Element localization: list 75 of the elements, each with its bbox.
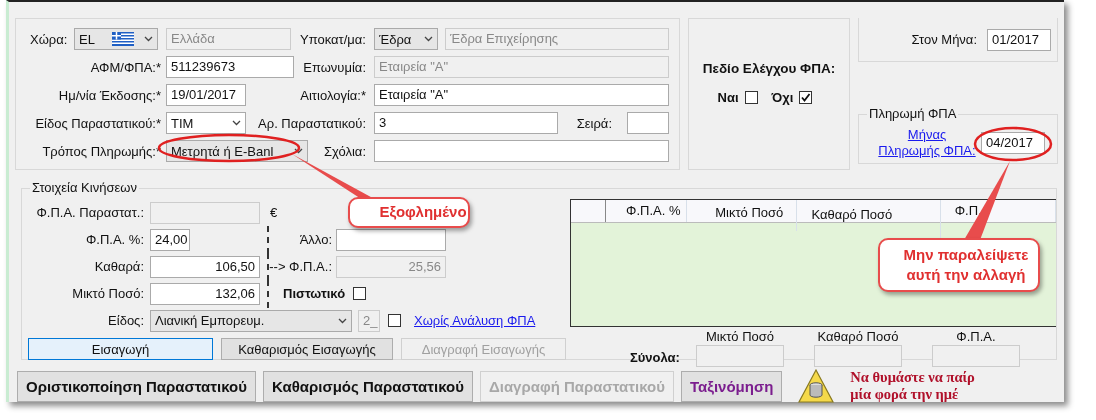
field-label: Είδος: xyxy=(107,313,145,328)
column-label: Καθαρό Ποσό xyxy=(817,329,899,344)
totals-label: Σύνολα: xyxy=(630,350,681,365)
column-label: Μικτό Ποσό xyxy=(705,329,775,344)
callout: Μην παραλείψετε αυτή την αλλαγή xyxy=(878,238,1040,292)
column-label: Φ.Π.Α. xyxy=(956,329,996,344)
field-label: Αρ. Παραστατικού: xyxy=(257,115,367,131)
total-field[interactable] xyxy=(932,345,1020,367)
vat-payment-month-link[interactable]: Μήνας Πληρωμής ΦΠΑ: xyxy=(877,127,977,159)
field-label: Μικτό Ποσό: xyxy=(71,286,145,301)
checkbox[interactable] xyxy=(799,91,813,104)
reminder-text: μία φορά την ημέ xyxy=(850,386,960,403)
field-label: Είδος Παραστατικού:* xyxy=(34,115,162,131)
checkbox[interactable] xyxy=(744,91,758,104)
caret-icon xyxy=(144,36,153,42)
field-label: Καθαρά: xyxy=(93,259,145,274)
field-label: ΑΦΜ/ΦΠΑ:* xyxy=(89,59,162,75)
field-label: Τρόπος Πληρωμής:* xyxy=(41,143,162,159)
caret-icon xyxy=(424,36,433,42)
column-header[interactable]: Μικτό Ποσό xyxy=(687,200,798,231)
field-label: Ημ/νία Έκδοσης:* xyxy=(57,87,162,103)
field-label: Υποκατ/μα: xyxy=(299,31,367,47)
field-label: Χώρα: xyxy=(29,31,69,47)
reminder-text: Να θυμάστε να παίρ xyxy=(850,369,975,386)
field-label: --> Φ.Π.Α.: xyxy=(269,259,333,274)
text-field[interactable]: 511239673 xyxy=(166,56,294,78)
callout: Εξοφλημένο xyxy=(348,197,470,228)
field-label: Πεδίο Ελέγχου ΦΠΑ: xyxy=(702,61,836,76)
amount-field[interactable]: 106,50 xyxy=(150,255,260,278)
text-field[interactable]: 24,00 xyxy=(150,228,190,251)
field-label: Σειρά: xyxy=(575,115,613,131)
month-field[interactable]: 01/2017 xyxy=(987,28,1051,51)
form-button[interactable]: Εισαγωγή xyxy=(28,338,213,360)
field-label: Αιτιολογία:* xyxy=(299,87,367,103)
text-field[interactable] xyxy=(627,112,669,134)
field-label: Επωνυμία: xyxy=(302,59,367,75)
field-label: Σχόλια: xyxy=(323,143,367,159)
warning-database-icon xyxy=(797,368,836,404)
text-field[interactable]: Εταιρεία "Α" xyxy=(374,84,669,106)
total-field[interactable] xyxy=(696,345,784,367)
action-button[interactable]: Καθαρισμός Παραστατικού xyxy=(262,370,473,402)
checkbox[interactable] xyxy=(388,314,401,327)
checkbox-label: Πιστωτικό xyxy=(283,286,346,301)
checkbox-label: Όχι xyxy=(771,90,794,105)
month-field[interactable]: 04/2017 xyxy=(981,132,1045,154)
form-button[interactable]: Καθαρισμός Εισαγωγής xyxy=(221,338,393,360)
caret-icon xyxy=(338,317,347,324)
checkbox-label: Ναι xyxy=(717,90,739,105)
total-field[interactable] xyxy=(814,345,902,367)
branch-dropdown[interactable]: Έδρα xyxy=(374,28,438,50)
text-field[interactable]: 3 xyxy=(374,112,558,134)
action-button[interactable]: Ταξινόμηση xyxy=(680,370,783,402)
group-title: Στοιχεία Κινήσεων xyxy=(30,180,139,195)
field-label: Φ.Π.Α. %: xyxy=(84,232,145,247)
flag-icon xyxy=(112,32,134,46)
caret-icon xyxy=(294,148,303,154)
caret-icon xyxy=(232,120,241,126)
country-dropdown[interactable]: EL xyxy=(74,28,158,50)
no-vat-analysis-link[interactable]: Χωρίς Ανάλυση ΦΠΑ xyxy=(414,313,536,328)
action-button[interactable]: Οριστικοποίηση Παραστατικού xyxy=(17,370,256,402)
check-icon xyxy=(800,92,812,103)
document-type-dropdown[interactable]: ΤΙΜ xyxy=(166,112,246,134)
field-label: Στον Μήνα: xyxy=(911,32,977,47)
date-field[interactable]: 19/01/2017 xyxy=(166,84,246,106)
column-header[interactable]: Φ.Π.Α. % xyxy=(606,200,688,222)
category-dropdown[interactable]: Λιανική Εμπορευμ. xyxy=(150,309,352,332)
group-title: Πληρωμή ΦΠΑ xyxy=(867,106,959,121)
currency-label: € xyxy=(270,205,278,220)
amount-field[interactable]: 132,06 xyxy=(150,282,260,305)
checkbox[interactable] xyxy=(353,287,367,300)
text-field[interactable] xyxy=(374,140,669,162)
text-field[interactable] xyxy=(336,228,446,251)
text-field[interactable] xyxy=(150,201,260,224)
field-label: Άλλο: xyxy=(298,232,333,247)
field-label: Φ.Π.Α. Παραστατ.: xyxy=(35,205,145,220)
